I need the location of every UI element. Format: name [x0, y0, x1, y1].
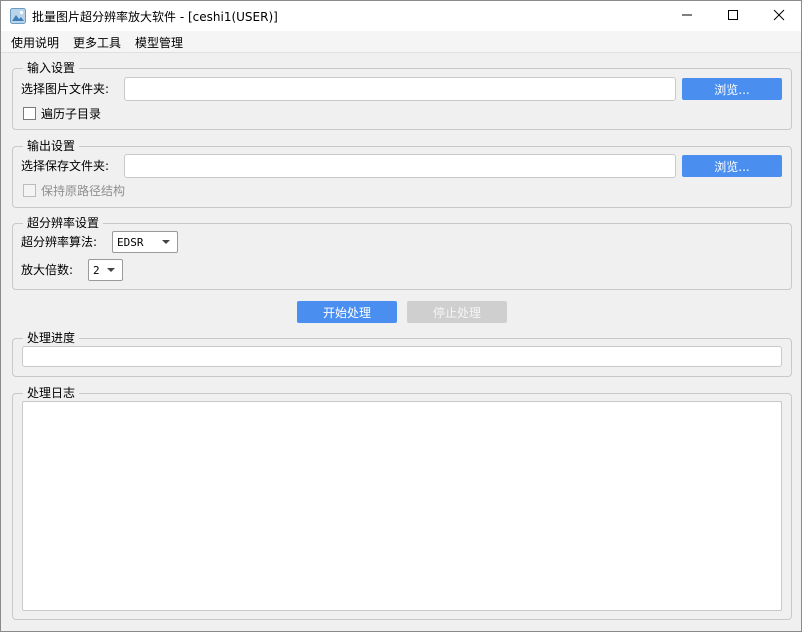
minimize-icon — [681, 9, 693, 24]
keep-structure-label: 保持原路径结构 — [41, 184, 126, 198]
scale-select[interactable]: 2 — [88, 259, 123, 281]
menu-item-model-manage[interactable]: 模型管理 — [135, 34, 183, 51]
input-browse-button[interactable]: 浏览... — [682, 78, 782, 100]
main-window: 批量图片超分辨率放大软件 - [ceshi1(USER)] 使用说明 更多工具 … — [0, 0, 802, 632]
close-button[interactable] — [756, 1, 802, 31]
image-app-icon — [10, 8, 26, 24]
maximize-icon — [727, 9, 739, 24]
algorithm-label: 超分辨率算法: — [21, 235, 98, 249]
output-browse-button[interactable]: 浏览... — [682, 155, 782, 177]
maximize-button[interactable] — [710, 1, 756, 31]
input-folder-field[interactable] — [124, 77, 676, 101]
keep-structure-checkbox[interactable] — [23, 184, 36, 197]
sr-settings-title: 超分辨率设置 — [23, 216, 104, 230]
algorithm-value: EDSR — [117, 236, 144, 249]
window-title: 批量图片超分辨率放大软件 - [ceshi1(USER)] — [32, 10, 278, 24]
title-bar[interactable]: 批量图片超分辨率放大软件 - [ceshi1(USER)] — [1, 1, 801, 31]
progress-title: 处理进度 — [23, 331, 80, 345]
scale-label: 放大倍数: — [21, 263, 74, 277]
minimize-button[interactable] — [664, 1, 710, 31]
progress-bar — [22, 346, 782, 367]
recursive-checkbox[interactable] — [23, 107, 36, 120]
log-title: 处理日志 — [23, 386, 80, 400]
output-folder-label: 选择保存文件夹: — [21, 159, 110, 173]
stop-button[interactable]: 停止处理 — [407, 301, 507, 323]
input-folder-label: 选择图片文件夹: — [21, 82, 110, 96]
chevron-down-icon — [107, 268, 115, 272]
algorithm-select[interactable]: EDSR — [112, 231, 178, 253]
input-settings-title: 输入设置 — [23, 61, 80, 75]
menu-item-help[interactable]: 使用说明 — [11, 34, 59, 51]
log-textarea[interactable] — [22, 401, 782, 611]
chevron-down-icon — [162, 240, 170, 244]
start-button[interactable]: 开始处理 — [297, 301, 397, 323]
recursive-label: 遍历子目录 — [41, 107, 102, 121]
menu-item-more-tools[interactable]: 更多工具 — [73, 34, 121, 51]
scale-value: 2 — [93, 264, 100, 277]
output-folder-field[interactable] — [124, 154, 676, 178]
menu-bar: 使用说明 更多工具 模型管理 — [1, 31, 801, 53]
output-settings-title: 输出设置 — [23, 139, 80, 153]
close-icon — [773, 9, 785, 24]
